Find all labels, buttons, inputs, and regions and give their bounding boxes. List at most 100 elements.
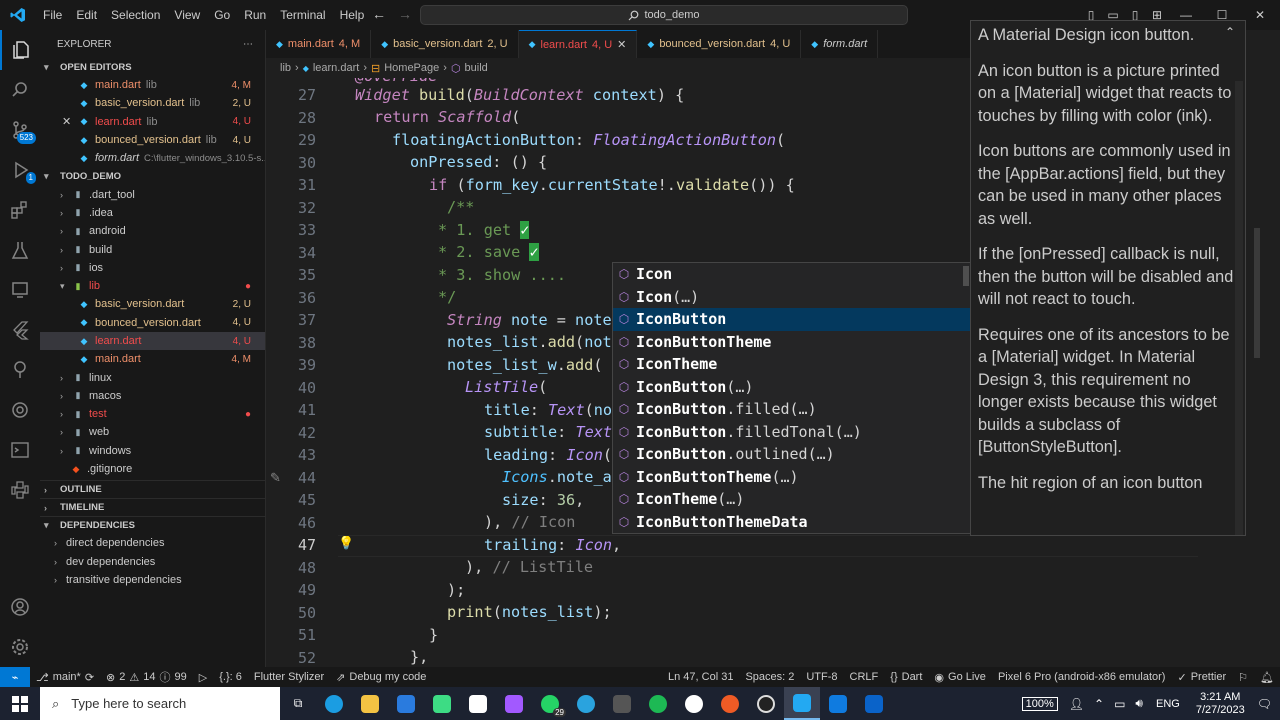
menu-terminal[interactable]: Terminal [273,8,332,22]
manage-activity[interactable] [0,627,40,667]
tree-file[interactable]: ◆ bounced_version.dart 4, U [40,314,265,332]
minimap[interactable] [1248,78,1280,667]
network-icon[interactable]: ▭ [1114,697,1125,711]
suggestion-item[interactable]: ⬡ Icon (…) [613,286,971,309]
python-activity[interactable] [0,470,40,510]
chevron-up-icon[interactable]: ⌃ [1094,697,1104,711]
menu-file[interactable]: File [36,8,69,22]
open-editor-item[interactable]: ◆ form.dart C:\flutter_windows_3.10.5-s... [40,149,265,167]
volume-icon[interactable]: 🔊︎ [1135,696,1143,711]
tab-bounced-version-dart[interactable]: ◆ bounced_version.dart 4, U [637,30,802,58]
close-window-icon[interactable]: ✕ [1240,0,1280,30]
open-editor-item-active[interactable]: ✕ ◆ learn.dart lib 4, U [40,113,265,131]
suggestion-item[interactable]: ⬡ IconButtonTheme [613,331,971,354]
taskbar-app-notion[interactable] [460,687,496,720]
open-editor-item[interactable]: ◆ main.dart lib 4, M [40,76,265,94]
tree-file[interactable]: ◆ .gitignore [40,460,265,478]
breadcrumb-item[interactable]: learn.dart [313,62,359,74]
suggestion-item[interactable]: ⬡ IconButton .filledTonal(…) [613,421,971,444]
taskbar-app-git[interactable] [676,687,712,720]
explorer-activity[interactable] [0,30,40,70]
go-live[interactable]: ◉ Go Live [928,671,992,684]
eol[interactable]: CRLF [844,671,885,683]
run-status[interactable]: ▷ [193,671,213,684]
tree-file[interactable]: ◆ main.dart 4, M [40,350,265,368]
suggestion-item[interactable]: ⬡ IconButton (…) [613,376,971,399]
doc-scrollbar[interactable] [1235,81,1243,535]
dependency-item[interactable]: › transitive dependencies [40,571,265,589]
tree-folder[interactable]: › ▮ web [40,423,265,441]
testing-activity[interactable] [0,230,40,270]
language-indicator[interactable]: ENG [1156,698,1180,710]
tree-folder[interactable]: › ▮ macos [40,387,265,405]
taskbar-app-whatsapp[interactable]: 29 [532,687,568,720]
menu-edit[interactable]: Edit [69,8,104,22]
tree-folder[interactable]: ▾ ▮ lib ● [40,277,265,295]
breadcrumb-item[interactable]: lib [280,62,291,74]
tree-folder[interactable]: › ▮ test ● [40,405,265,423]
task-view-button[interactable]: ⧉ [280,687,316,720]
suggestion-item[interactable]: ⬡ IconButton [613,308,971,331]
taskbar-app-mail[interactable] [856,687,892,720]
context-status[interactable]: {.}: 6 [213,671,248,683]
back-arrow-icon[interactable]: ← [372,6,386,22]
tree-folder[interactable]: › ▮ .dart_tool [40,185,265,203]
menu-go[interactable]: Go [207,8,237,22]
suggestion-scrollbar[interactable] [963,266,969,286]
indentation[interactable]: Spaces: 2 [739,671,800,683]
breadcrumb-item[interactable]: HomePage [384,62,439,74]
menu-selection[interactable]: Selection [104,8,167,22]
taskbar-app-calc[interactable] [820,687,856,720]
flutter-stylizer-status[interactable]: Flutter Stylizer [248,671,330,683]
flutter-activity[interactable] [0,310,40,350]
tree-activity[interactable] [0,350,40,390]
run-debug-activity[interactable]: 1 [0,150,40,190]
open-editor-item[interactable]: ◆ bounced_version.dart lib 4, U [40,131,265,149]
minimap-slider[interactable] [1254,228,1260,358]
breadcrumb-item[interactable]: build [465,62,488,74]
tab-basic-version-dart[interactable]: ◆ basic_version.dart 2, U [371,30,519,58]
feedback[interactable]: ⚐ [1232,671,1254,684]
debug-status[interactable]: ⇗ Debug my code [330,671,432,684]
suggestion-item[interactable]: ⬡ IconButton .filled(…) [613,398,971,421]
branch-status[interactable]: ⎇ main* ⟳ [30,671,100,684]
suggestion-item[interactable]: ⬡ IconButton .outlined(…) [613,443,971,466]
suggestion-item[interactable]: ⬡ IconTheme (…) [613,488,971,511]
tree-folder[interactable]: › ▮ linux [40,368,265,386]
suggestion-item[interactable]: ⬡ Icon [613,263,971,286]
taskbar-app-edge[interactable] [316,687,352,720]
taskbar-app-obs[interactable] [748,687,784,720]
taskbar-app-spotify[interactable] [640,687,676,720]
extensions-activity[interactable] [0,190,40,230]
tree-file[interactable]: ◆ basic_version.dart 2, U [40,295,265,313]
openai-activity[interactable] [0,390,40,430]
menu-run[interactable]: Run [237,8,273,22]
notifications[interactable]: 🔔︎ [1254,671,1280,684]
taskbar-app-davinci[interactable] [604,687,640,720]
tree-folder[interactable]: › ▮ windows [40,442,265,460]
menu-help[interactable]: Help [333,8,372,22]
start-button[interactable] [0,687,40,720]
dependencies-section[interactable]: ▾ DEPENDENCIES [40,516,265,534]
forward-arrow-icon[interactable]: → [398,6,412,22]
language-mode[interactable]: {} Dart [884,671,928,683]
suggestion-item[interactable]: ⬡ IconButtonTheme (…) [613,466,971,489]
suggestion-item[interactable]: ⬡ IconButtonThemeData [613,511,971,534]
menu-view[interactable]: View [167,8,207,22]
tree-folder[interactable]: › ▮ build [40,240,265,258]
tab-learn-dart[interactable]: ◆ learn.dart 4, U ✕ [518,30,638,58]
tree-folder[interactable]: › ▮ .idea [40,204,265,222]
taskbar-app-store[interactable] [388,687,424,720]
tree-folder[interactable]: › ▮ ios [40,259,265,277]
terminal-activity[interactable] [0,430,40,470]
taskbar-app-postman[interactable] [712,687,748,720]
timeline-section[interactable]: › TIMELINE [40,498,265,516]
people-icon[interactable]: 👤︎ [1069,697,1084,711]
notification-center-icon[interactable]: 🗨︎ [1257,697,1272,711]
taskbar-app-telegram[interactable] [568,687,604,720]
battery-indicator[interactable]: 100% [1021,696,1058,711]
more-actions-icon[interactable]: ⋯ [243,39,253,50]
taskbar-app-vscode[interactable] [784,687,820,720]
clock[interactable]: 3:21 AM 7/27/2023 [1196,691,1245,717]
search-activity[interactable] [0,70,40,110]
